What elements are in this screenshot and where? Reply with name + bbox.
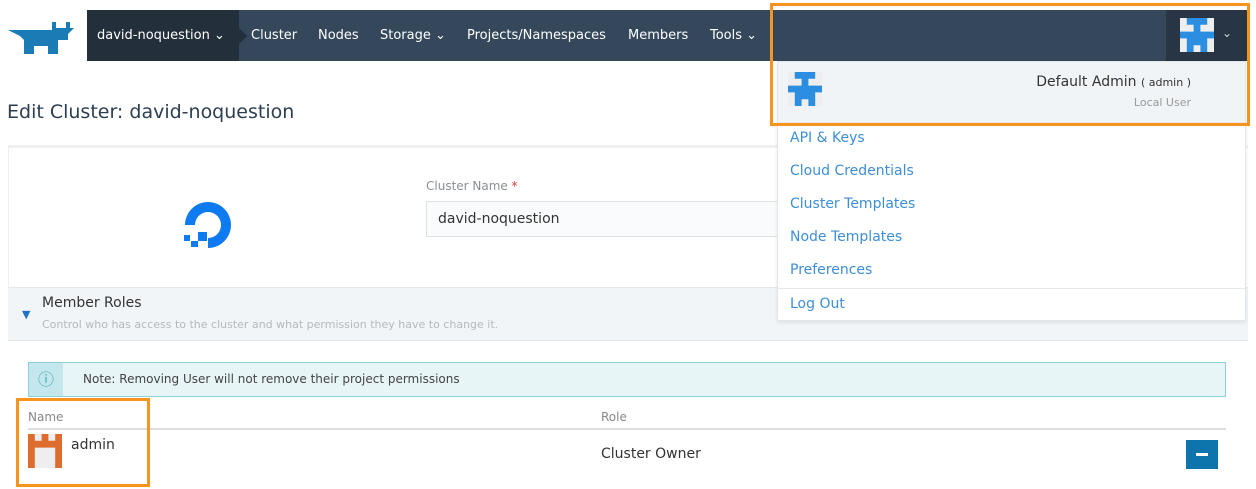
cluster-name-input[interactable]	[426, 201, 786, 237]
chevron-down-icon: ⌄	[435, 28, 446, 43]
chevron-down-icon: ⌄	[213, 28, 225, 43]
cluster-selector-label: david-noquestion	[97, 28, 210, 43]
menu-cluster-templates[interactable]: Cluster Templates	[790, 196, 915, 212]
highlight-box	[770, 3, 1250, 126]
cluster-selector[interactable]: david-noquestion ⌄	[87, 10, 247, 61]
menu-cloud-credentials[interactable]: Cloud Credentials	[790, 163, 914, 179]
member-role[interactable]: Cluster Owner	[601, 446, 701, 462]
info-icon: ⓘ	[29, 363, 63, 396]
nav-members[interactable]: Members	[628, 10, 688, 61]
nav-storage[interactable]: Storage ⌄	[380, 10, 446, 61]
required-mark: *	[511, 179, 518, 193]
menu-preferences[interactable]: Preferences	[790, 262, 872, 278]
info-banner: ⓘ Note: Removing User will not remove th…	[28, 362, 1226, 397]
nav-cluster[interactable]: Cluster	[251, 10, 297, 61]
section-subtitle: Control who has access to the cluster an…	[42, 318, 499, 331]
label-text: Cluster Name	[426, 179, 508, 193]
digitalocean-logo-icon	[184, 202, 231, 248]
column-header-role: Role	[601, 410, 627, 424]
menu-api-keys[interactable]: API & Keys	[790, 130, 865, 146]
highlight-box	[16, 398, 150, 487]
nav-tools-label: Tools	[710, 28, 743, 43]
nav-tools[interactable]: Tools ⌄	[710, 10, 757, 61]
cluster-name-label: Cluster Name *	[426, 179, 518, 193]
menu-divider	[778, 288, 1245, 289]
page-title: Edit Cluster: david-noquestion	[7, 101, 295, 123]
remove-member-button[interactable]	[1186, 440, 1218, 469]
divider	[28, 428, 1226, 430]
section-title: Member Roles	[42, 295, 142, 311]
chevron-down-icon: ⌄	[746, 28, 758, 43]
nav-nodes[interactable]: Nodes	[318, 10, 359, 61]
nav-projects[interactable]: Projects/Namespaces	[467, 10, 606, 61]
info-text: Note: Removing User will not remove thei…	[83, 372, 460, 386]
menu-log-out[interactable]: Log Out	[790, 296, 845, 312]
menu-node-templates[interactable]: Node Templates	[790, 229, 902, 245]
caret-down-icon: ▼	[22, 308, 31, 321]
rancher-logo-icon[interactable]	[8, 20, 78, 54]
nav-storage-label: Storage	[380, 28, 431, 43]
